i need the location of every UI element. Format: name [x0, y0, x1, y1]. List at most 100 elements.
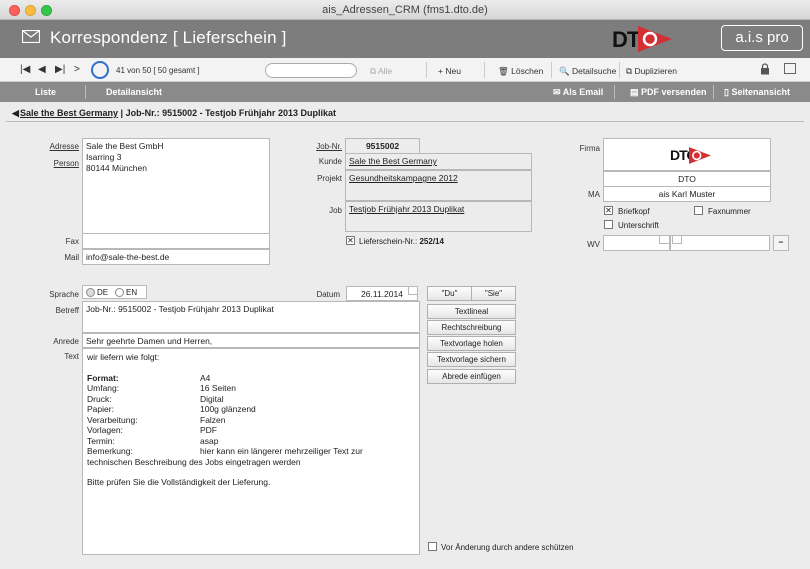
back-arrow-icon[interactable]: ◀ — [12, 108, 19, 119]
firma-label: Firma — [579, 144, 600, 153]
address-label[interactable]: Adresse — [40, 142, 79, 151]
protect-label: Vor Änderung durch andere schützen — [441, 543, 574, 552]
first-record-icon[interactable]: |◀ — [20, 64, 30, 75]
envelope-icon: ✉ — [553, 87, 563, 97]
job-field: Testjob Frühjahr 2013 Duplikat — [345, 201, 532, 232]
abrede-einfuegen-button[interactable]: Abrede einfügen — [427, 369, 516, 384]
projekt-field: Gesundheitskampagne 2012 — [345, 170, 532, 201]
textlineal-button[interactable]: Textlineal — [427, 304, 516, 319]
envelope-icon — [22, 30, 40, 43]
betreff-label: Betreff — [55, 306, 79, 315]
breadcrumb-job: | Job-Nr.: 9515002 - Testjob Frühjahr 20… — [118, 108, 336, 118]
duplicate-button[interactable]: ⧉ Duplizieren — [626, 66, 677, 77]
tab-liste[interactable]: Liste — [35, 87, 56, 97]
lieferschein-checkbox[interactable]: ✕ — [346, 236, 355, 245]
email-button[interactable]: ✉ Als Email — [553, 87, 603, 98]
ma-label: MA — [588, 190, 600, 199]
text-closing: Bitte prüfen Sie die Vollständigkeit der… — [87, 477, 271, 487]
unterschrift-checkbox[interactable] — [604, 220, 613, 229]
text-row: Vorlagen: PDF — [87, 425, 217, 435]
breadcrumb-company-link[interactable]: Sale the Best Germany — [20, 108, 118, 118]
datum-label: Datum — [316, 290, 340, 299]
rechtschreibung-button[interactable]: Rechtschreibung — [427, 320, 516, 335]
sidebar-toggle-icon[interactable] — [784, 63, 796, 74]
next-record-icon[interactable]: ▶| — [55, 64, 65, 75]
firma-logo-field[interactable]: DTO — [603, 138, 771, 171]
records-icon: ⧉ — [370, 66, 378, 76]
radio-de[interactable] — [86, 288, 95, 297]
brand-badge: a.i.s pro — [721, 25, 803, 51]
text-row: Bemerkung: hier kann ein längerer mehrzei… — [87, 446, 363, 456]
mail-label: Mail — [64, 253, 79, 262]
text-body-field[interactable]: wir liefern wie folgt: Format: A4 Umfang:… — [82, 348, 420, 555]
text-row: Druck: Digital — [87, 393, 224, 404]
trash-icon: 🗑 — [498, 66, 512, 76]
fax-label: Fax — [65, 237, 79, 246]
faxnummer-label: Faxnummer — [708, 207, 751, 216]
text-row: Verarbeitung: Falzen — [87, 414, 226, 425]
wv-date-picker-icon[interactable] — [659, 235, 670, 244]
text-row: Papier: 100g glänzend — [87, 404, 256, 414]
sie-button[interactable]: "Sie" — [471, 286, 516, 301]
text-label: Text — [64, 352, 79, 361]
lieferschein-label: Lieferschein-Nr.: 252/14 — [359, 237, 444, 246]
firma-name-field[interactable]: DTO — [603, 171, 771, 187]
sprache-label: Sprache — [49, 290, 79, 299]
lock-icon[interactable] — [760, 63, 770, 75]
prev-record-icon[interactable]: ◀ — [38, 64, 46, 75]
anrede-label: Anrede — [53, 337, 79, 346]
job-label: Job — [329, 206, 342, 215]
text-row: Umfang: 16 Seiten — [87, 383, 236, 393]
mail-field[interactable]: info@sale-the-best.de — [82, 249, 270, 265]
unterschrift-label: Unterschrift — [618, 221, 659, 230]
fax-field[interactable] — [82, 233, 270, 249]
detail-search-button[interactable]: 🔍 Detailsuche — [559, 66, 616, 77]
tab-detailansicht[interactable]: Detailansicht — [106, 87, 162, 97]
delete-button[interactable]: 🗑 Löschen — [498, 66, 543, 77]
text-intro: wir liefern wie folgt: — [87, 352, 160, 362]
new-button[interactable]: + Neu — [438, 66, 461, 76]
kunde-link[interactable]: Sale the Best Germany — [349, 156, 437, 166]
document-icon: ▤ — [630, 87, 642, 97]
text-row: Termin: asap — [87, 435, 219, 446]
projekt-link[interactable]: Gesundheitskampagne 2012 — [349, 173, 458, 183]
protect-checkbox[interactable] — [428, 542, 437, 551]
dto-logo: DTO — [610, 23, 674, 55]
briefkopf-checkbox[interactable]: ✕ — [604, 206, 613, 215]
firma-dto-logo: DTO — [670, 145, 714, 167]
send-pdf-button[interactable]: ▤ PDF versenden — [630, 87, 707, 98]
briefkopf-label: Briefkopf — [618, 207, 650, 216]
firma-logo-mark — [689, 147, 711, 164]
wv-label: WV — [587, 240, 600, 249]
ma-field[interactable]: ais Karl Muster — [603, 186, 771, 202]
kunde-label: Kunde — [318, 157, 342, 166]
du-button[interactable]: "Du" — [427, 286, 472, 301]
anrede-field[interactable]: Sehr geehrte Damen und Herren, — [82, 333, 420, 348]
record-count: 41 von 50 [ 50 gesamt ] — [116, 66, 200, 75]
address-field[interactable]: Sale the Best GmbH Isarring 3 80144 Münc… — [82, 138, 270, 234]
wv-note-picker-icon[interactable] — [672, 235, 682, 244]
language-selector: DE EN — [82, 285, 147, 299]
datum-picker-icon[interactable] — [408, 286, 418, 295]
search-icon: 🔍 — [559, 66, 572, 76]
wv-remove-button[interactable]: − — [773, 235, 789, 251]
page-view-button[interactable]: ▯ Seitenansicht — [724, 87, 790, 98]
projekt-label: Projekt — [317, 174, 342, 183]
wv-note-field[interactable] — [670, 235, 770, 251]
betreff-field[interactable]: Job-Nr.: 9515002 - Testjob Frühjahr 2013… — [82, 301, 420, 333]
dto-logo-mark — [638, 26, 672, 52]
person-label[interactable]: Person — [40, 159, 79, 168]
radio-en[interactable] — [115, 288, 124, 297]
job-link[interactable]: Testjob Frühjahr 2013 Duplikat — [349, 204, 464, 214]
window-titlebar: ais_Adressen_CRM (fms1.dto.de) — [0, 0, 810, 20]
faxnummer-checkbox[interactable] — [694, 206, 703, 215]
kunde-field: Sale the Best Germany — [345, 153, 532, 170]
textvorlage-sichern-button[interactable]: Textvorlage sichern — [427, 352, 516, 367]
jobnr-label[interactable]: Job-Nr. — [290, 142, 342, 151]
search-input[interactable] — [265, 63, 357, 78]
last-record-icon[interactable]: > — [74, 64, 80, 75]
show-all-button[interactable]: ⧉ Alle — [370, 66, 392, 77]
text-continuation: technischen Beschreibung des Jobs einget… — [87, 456, 301, 467]
textvorlage-holen-button[interactable]: Textvorlage holen — [427, 336, 516, 351]
record-slider[interactable] — [91, 61, 109, 79]
